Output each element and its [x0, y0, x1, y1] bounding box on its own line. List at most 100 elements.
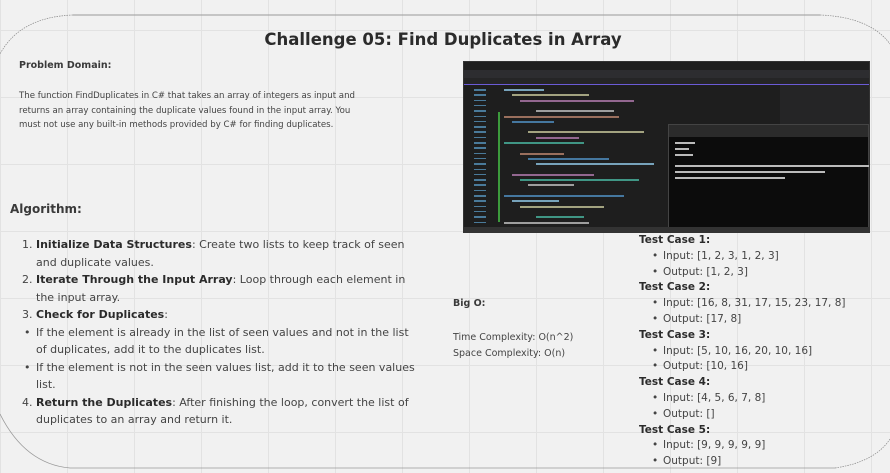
line-number: [474, 205, 486, 208]
ide-statusbar: [464, 227, 869, 232]
time-complexity: Time Complexity: O(n^2): [453, 332, 574, 343]
bullet-icon: •: [652, 439, 659, 452]
line-number: [474, 104, 486, 107]
algorithm-step: • If the element is already in the list o…: [22, 324, 417, 359]
test-cases: Test Case 1: • Input: [1, 2, 3, 1, 2, 3] • O…: [639, 233, 846, 470]
test-case-input: • Input: [5, 10, 16, 20, 10, 16]: [639, 344, 846, 360]
line-number: [474, 210, 486, 213]
bullet-icon: •: [652, 297, 659, 310]
line-number: [474, 89, 486, 91]
code-line: [504, 195, 624, 197]
test-case-input-value: Input: [1, 2, 3, 1, 2, 3]: [663, 249, 779, 262]
test-case-input: • Input: [4, 5, 6, 7, 8]: [639, 391, 846, 407]
algorithm-step: • If the element is not in the seen value…: [22, 359, 417, 394]
terminal-output-line: [675, 177, 785, 179]
step-marker: 4.: [22, 395, 33, 409]
test-case-input-value: Input: [4, 5, 6, 7, 8]: [663, 391, 766, 404]
test-case-label: Test Case 2: [639, 281, 706, 294]
bullet-icon: •: [652, 249, 659, 262]
code-line: [520, 179, 639, 182]
step-text: If the element is already in the list of…: [36, 324, 417, 359]
code-line: [536, 136, 579, 139]
test-case-label: Test Case 1: [639, 234, 706, 246]
code-line: [528, 131, 644, 134]
algorithm-step: 2. Iterate Through the Input Array: Loop …: [22, 271, 417, 306]
ide-terminal-window: [668, 124, 869, 232]
test-case-input: • Input: [1, 2, 3, 1, 2, 3]: [639, 249, 846, 265]
code-line: [536, 110, 614, 113]
line-number: [474, 115, 486, 117]
test-case-label: Test Case 3: [639, 328, 706, 341]
ide-solution-explorer: [780, 85, 869, 125]
code-line: [512, 173, 594, 176]
test-case-input-value: Input: [16, 8, 31, 17, 15, 23, 17, 8]: [663, 297, 846, 310]
line-number: [474, 152, 486, 155]
ide-menubar: [464, 62, 869, 70]
ide-change-gutter: [498, 112, 500, 222]
test-case-title: Test Case 3:: [639, 328, 711, 341]
code-line: [504, 89, 544, 91]
step-marker: •: [24, 360, 31, 374]
step-text: If the element is not in the seen values…: [36, 359, 417, 394]
test-case-output: • Output: [9]: [639, 454, 846, 470]
step-title: Initialize Data Structures: [36, 238, 192, 251]
line-number: [474, 131, 486, 133]
test-case-title: Test Case 4:: [639, 376, 711, 389]
line-number: [474, 216, 486, 218]
code-line: [512, 94, 589, 97]
bullet-icon: •: [652, 407, 659, 420]
step-text: Return the Duplicates: After finishing t…: [36, 394, 417, 429]
line-number: [474, 136, 486, 139]
terminal-output-line: [675, 165, 869, 167]
test-case-input-value: Input: [9, 9, 9, 9, 9]: [663, 439, 766, 452]
bullet-icon: •: [652, 312, 659, 325]
big-o-values: Time Complexity: O(n^2) Space Complexity…: [453, 330, 573, 362]
test-case-output-value: Output: [1, 2, 3]: [663, 265, 748, 278]
test-case-input: • Input: [16, 8, 31, 17, 15, 23, 17, 8]: [639, 296, 846, 312]
line-number: [474, 157, 486, 160]
code-line: [528, 157, 609, 160]
code-line: [520, 99, 634, 102]
bullet-icon: •: [652, 455, 659, 468]
line-number: [474, 126, 486, 128]
line-number: [474, 163, 486, 165]
ide-tabs: [464, 78, 869, 85]
line-number: [474, 173, 486, 176]
step-title: Iterate Through the Input Array: [36, 273, 233, 286]
algorithm-step: 4. Return the Duplicates: After finishing…: [22, 394, 417, 429]
test-case-output: • Output: [10, 16]: [639, 359, 846, 375]
line-number: [474, 94, 486, 96]
code-line: [536, 216, 584, 219]
big-o-heading: Big O:: [453, 298, 486, 309]
bullet-icon: •: [652, 344, 659, 357]
code-line: [520, 152, 564, 155]
line-number: [474, 179, 486, 181]
test-case-label: Test Case 5: [639, 423, 706, 436]
test-case-output-value: Output: [10, 16]: [663, 360, 748, 373]
line-number: [474, 142, 486, 144]
code-line: [504, 221, 589, 224]
step-text: Iterate Through the Input Array: Loop th…: [36, 271, 417, 306]
bullet-icon: •: [652, 265, 659, 278]
ide-toolbar: [464, 70, 869, 78]
step-title: Check for Duplicates: [36, 308, 165, 321]
step-marker: •: [24, 325, 31, 339]
test-case-output: • Output: []: [639, 407, 846, 423]
step-marker: 3.: [22, 308, 33, 321]
step-description: :: [164, 308, 168, 321]
line-number: [474, 195, 486, 197]
test-case-input: • Input: [9, 9, 9, 9, 9]: [639, 438, 846, 454]
ide-screenshot-image: [463, 61, 870, 233]
code-line: [520, 205, 604, 208]
terminal-output-line: [675, 171, 825, 173]
code-line: [528, 184, 574, 187]
test-case-label: Test Case 4: [639, 376, 706, 389]
step-marker: 1.: [22, 238, 33, 251]
line-number: [474, 120, 486, 123]
code-line: [536, 163, 654, 166]
step-marker: 2.: [22, 273, 33, 286]
step-title: Return the Duplicates: [36, 395, 173, 409]
code-line: [512, 120, 554, 123]
step-description: If the element is already in the list of…: [36, 325, 409, 357]
line-number: [474, 221, 486, 223]
